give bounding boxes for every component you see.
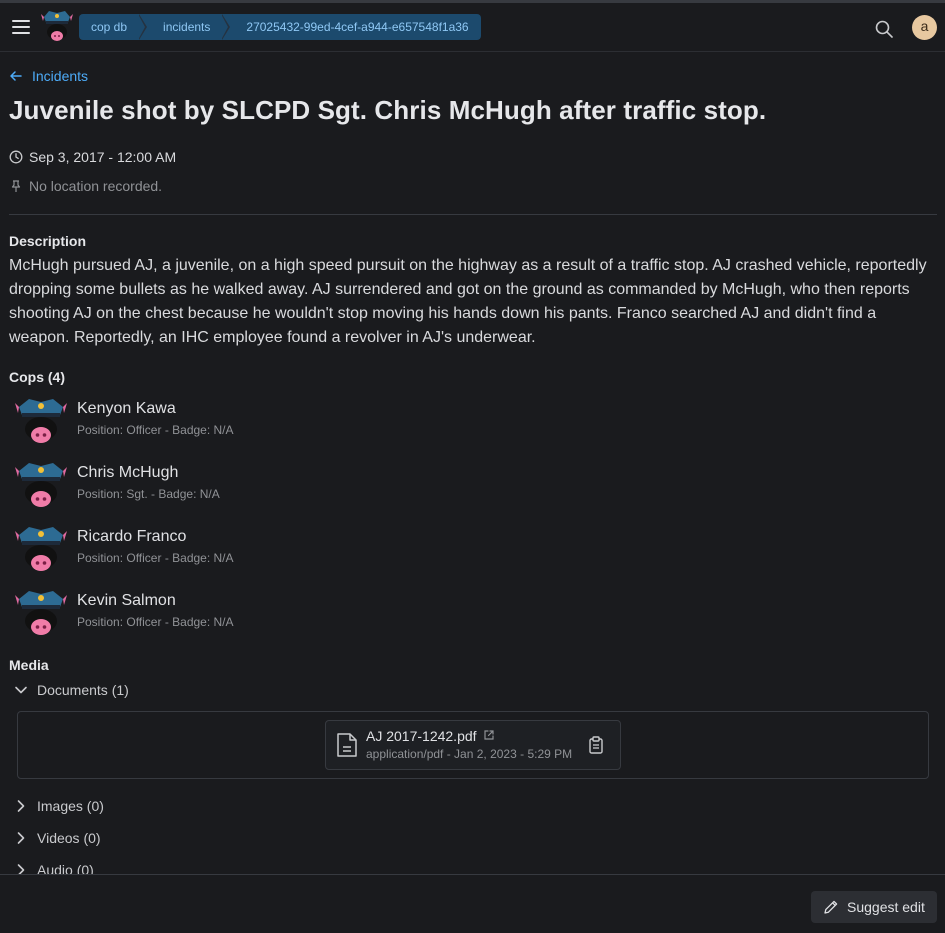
app-header: cop db incidents 27025432-99ed-4cef-a944… <box>0 3 945 52</box>
media-heading: Media <box>9 657 49 673</box>
images-label: Images (0) <box>37 798 104 814</box>
cop-name: Chris McHugh <box>77 464 179 481</box>
breadcrumb-incident-id[interactable]: 27025432-99ed-4cef-a944-e657548f1a36 <box>222 14 480 40</box>
chevron-down-icon <box>15 686 27 694</box>
search-icon[interactable] <box>874 19 894 39</box>
pin-icon <box>11 180 21 192</box>
suggest-edit-button[interactable]: Suggest edit <box>811 891 937 923</box>
pencil-icon <box>824 900 838 914</box>
back-link-label: Incidents <box>32 68 89 84</box>
user-avatar[interactable]: a <box>912 15 937 40</box>
cop-details: Position: Officer - Badge: N/A <box>77 423 234 437</box>
external-link-icon <box>484 730 495 740</box>
cop-details: Position: Officer - Badge: N/A <box>77 615 234 629</box>
incident-date: Sep 3, 2017 - 12:00 AM <box>9 149 176 165</box>
videos-accordion-toggle[interactable]: Videos (0) <box>14 830 101 846</box>
location-text: No location recorded. <box>29 178 163 194</box>
document-link[interactable]: AJ 2017-1242.pdf <box>366 728 495 744</box>
cop-item-ricardo-franco[interactable]: Ricardo Franco Position: Officer - Badge… <box>15 523 435 579</box>
cop-name: Ricardo Franco <box>77 528 187 545</box>
pig-cop-logo[interactable] <box>41 9 73 43</box>
cop-avatar-icon <box>15 399 67 443</box>
breadcrumb-cop-db[interactable]: cop db <box>79 14 148 40</box>
cop-avatar-icon <box>15 463 67 507</box>
file-text-icon <box>337 733 357 757</box>
page-title: Juvenile shot by SLCPD Sgt. Chris McHugh… <box>9 95 767 125</box>
back-link[interactable]: Incidents <box>9 66 88 86</box>
cop-name: Kenyon Kawa <box>77 400 176 417</box>
cop-details: Position: Sgt. - Badge: N/A <box>77 487 220 501</box>
menu-icon[interactable] <box>12 20 30 34</box>
footer-bar: Suggest edit <box>0 874 945 933</box>
document-meta: application/pdf - Jan 2, 2023 - 5:29 PM <box>366 747 573 761</box>
images-accordion-toggle[interactable]: Images (0) <box>14 798 104 814</box>
suggest-edit-label: Suggest edit <box>847 899 925 915</box>
divider <box>9 214 937 215</box>
cop-avatar-icon <box>15 591 67 635</box>
description-text: McHugh pursued AJ, a juvenile, on a high… <box>9 257 927 346</box>
chevron-right-icon <box>17 800 25 812</box>
description-heading: Description <box>9 233 87 249</box>
breadcrumb: cop db incidents 27025432-99ed-4cef-a944… <box>79 14 481 40</box>
date-text: Sep 3, 2017 - 12:00 AM <box>29 149 177 165</box>
breadcrumb-incidents[interactable]: incidents <box>139 14 231 40</box>
videos-label: Videos (0) <box>37 830 101 846</box>
clipboard-copy-icon[interactable] <box>588 736 604 754</box>
documents-panel: AJ 2017-1242.pdf application/pdf - Jan 2… <box>17 711 929 779</box>
incident-location: No location recorded. <box>9 178 162 194</box>
documents-label: Documents (1) <box>37 682 129 698</box>
document-filename: AJ 2017-1242.pdf <box>366 728 477 744</box>
document-card: AJ 2017-1242.pdf application/pdf - Jan 2… <box>325 720 621 770</box>
cop-avatar-icon <box>15 527 67 571</box>
clock-icon <box>9 150 23 164</box>
cop-item-kevin-salmon[interactable]: Kevin Salmon Position: Officer - Badge: … <box>15 587 435 643</box>
chevron-right-icon <box>17 832 25 844</box>
documents-accordion-toggle[interactable]: Documents (1) <box>14 682 129 698</box>
cops-heading: Cops (4) <box>9 369 65 385</box>
cop-details: Position: Officer - Badge: N/A <box>77 551 234 565</box>
cop-item-kenyon-kawa[interactable]: Kenyon Kawa Position: Officer - Badge: N… <box>15 395 435 451</box>
cop-item-chris-mchugh[interactable]: Chris McHugh Position: Sgt. - Badge: N/A <box>15 459 435 515</box>
cop-name: Kevin Salmon <box>77 592 176 609</box>
arrow-left-icon <box>10 71 22 81</box>
